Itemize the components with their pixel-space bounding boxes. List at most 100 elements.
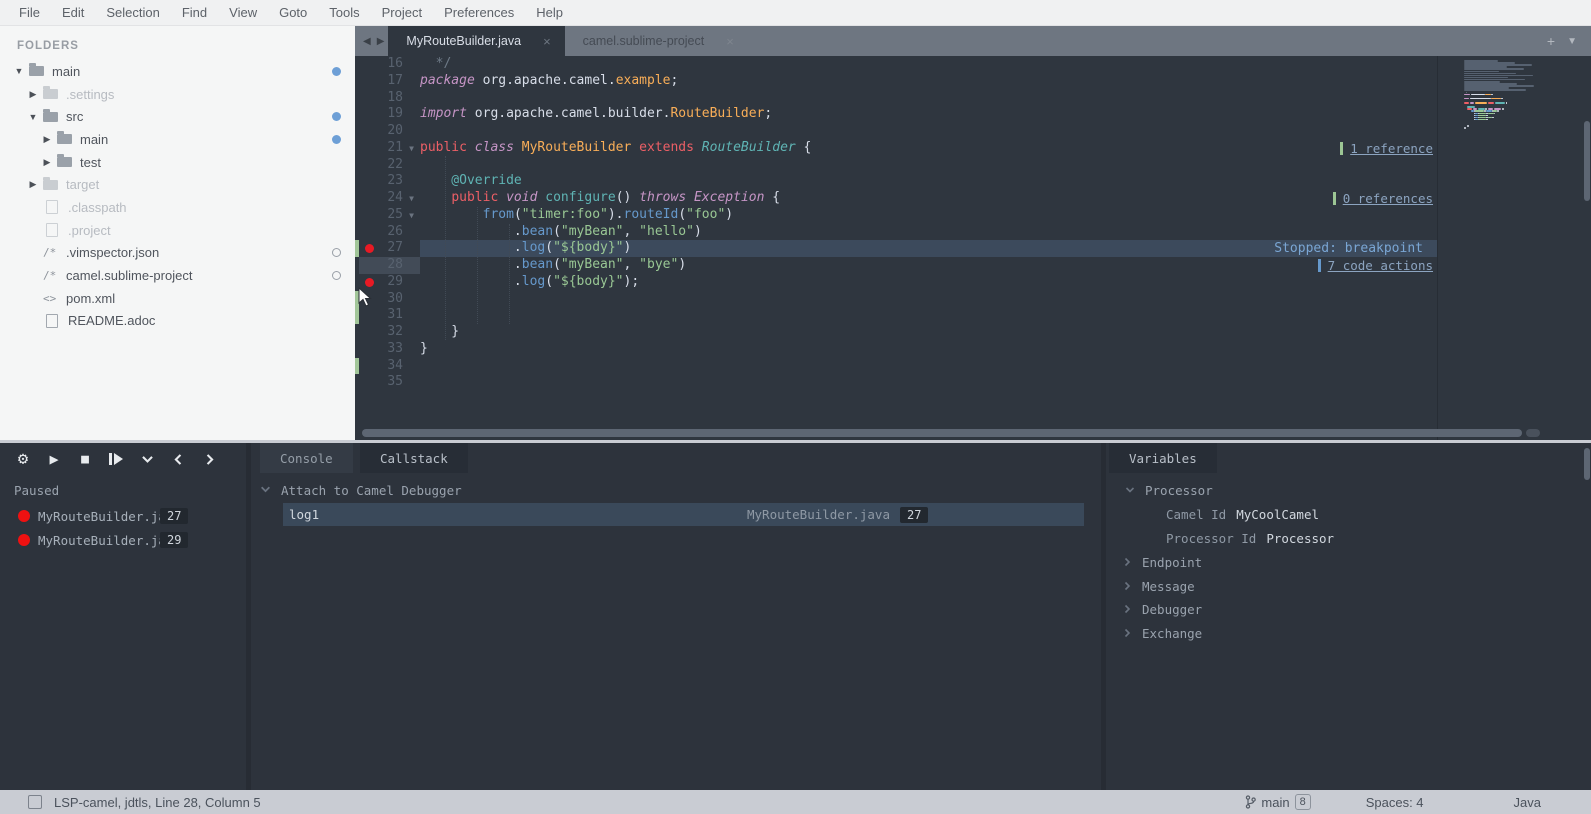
minimap[interactable] bbox=[1437, 56, 1584, 440]
code-line-17[interactable]: 17package org.apache.camel.example; bbox=[355, 73, 1437, 90]
fold-arrow-icon[interactable] bbox=[403, 291, 420, 308]
code-line-23[interactable]: 23 @Override bbox=[355, 173, 1437, 190]
variable-group-message[interactable]: Message bbox=[1122, 579, 1195, 594]
code-line-21[interactable]: 21▼public class MyRouteBuilder extends R… bbox=[355, 140, 1437, 157]
sidebar-item--classpath[interactable]: .classpath bbox=[0, 196, 355, 219]
annotation-link[interactable]: 0 references bbox=[1343, 191, 1433, 206]
code-line-28[interactable]: 28 .bean("myBean", "bye") bbox=[355, 257, 1437, 274]
play-icon[interactable]: ▶ bbox=[43, 448, 65, 470]
breakpoint-gutter[interactable] bbox=[359, 207, 377, 224]
sidebar-item-camel-sublime-project[interactable]: /*camel.sublime-project bbox=[0, 264, 355, 287]
code-line-18[interactable]: 18 bbox=[355, 90, 1437, 107]
breakpoint-gutter[interactable] bbox=[359, 157, 377, 174]
fold-arrow-icon[interactable] bbox=[403, 106, 420, 123]
sidebar-item-pom-xml[interactable]: <>pom.xml bbox=[0, 287, 355, 310]
tab-nav-back-icon[interactable]: ◀ bbox=[363, 36, 371, 47]
step-over-icon[interactable] bbox=[105, 448, 127, 470]
breakpoint-gutter[interactable] bbox=[359, 56, 377, 73]
chevron-right-icon[interactable] bbox=[198, 448, 220, 470]
sidebar-item-target[interactable]: ▶target bbox=[0, 173, 355, 196]
code-line-19[interactable]: 19import org.apache.camel.builder.RouteB… bbox=[355, 106, 1437, 123]
tab-variables[interactable]: Variables bbox=[1109, 443, 1217, 473]
menu-selection[interactable]: Selection bbox=[95, 0, 170, 26]
code-line-24[interactable]: 24▼ public void configure() throws Excep… bbox=[355, 190, 1437, 207]
fold-arrow-icon[interactable] bbox=[403, 73, 420, 90]
variable-group-endpoint[interactable]: Endpoint bbox=[1122, 555, 1202, 570]
menu-file[interactable]: File bbox=[8, 0, 51, 26]
breakpoint-gutter[interactable] bbox=[359, 224, 377, 241]
sidebar-item--vimspector-json[interactable]: /*.vimspector.json bbox=[0, 242, 355, 265]
fold-arrow-icon[interactable]: ▼ bbox=[403, 140, 420, 157]
panel-scrollbar[interactable] bbox=[1584, 448, 1590, 480]
menu-help[interactable]: Help bbox=[525, 0, 574, 26]
sidebar-item-test[interactable]: ▶test bbox=[0, 151, 355, 174]
editor-tab-camel-sublime-project[interactable]: camel.sublime-project× bbox=[565, 26, 748, 56]
menu-view[interactable]: View bbox=[218, 0, 268, 26]
chevron-down-icon[interactable] bbox=[136, 448, 158, 470]
tab-overflow-icon[interactable]: ▼ bbox=[1567, 36, 1577, 47]
code-line-25[interactable]: 25▼ from("timer:foo").routeId("foo") bbox=[355, 207, 1437, 224]
code-line-16[interactable]: 16 */ bbox=[355, 56, 1437, 73]
breakpoint-gutter[interactable] bbox=[359, 358, 377, 375]
fold-arrow-icon[interactable] bbox=[403, 358, 420, 375]
indent-setting[interactable]: Spaces: 4 bbox=[1366, 795, 1424, 810]
callstack-frame[interactable]: log1MyRouteBuilder.java27 bbox=[283, 503, 1084, 526]
settings-icon[interactable]: ⚙ bbox=[12, 448, 34, 470]
annotation-7-code-actions[interactable]: 7 code actions bbox=[1318, 257, 1433, 274]
tab-nav-forward-icon[interactable]: ▶ bbox=[377, 36, 385, 47]
sidebar-item-main[interactable]: ▶main bbox=[0, 128, 355, 151]
annotation-link[interactable]: 7 code actions bbox=[1328, 258, 1433, 273]
new-tab-icon[interactable]: + bbox=[1547, 33, 1555, 49]
breakpoint-gutter[interactable] bbox=[359, 140, 377, 157]
menu-project[interactable]: Project bbox=[371, 0, 433, 26]
breakpoint-gutter[interactable] bbox=[359, 307, 377, 324]
annotation-1-reference[interactable]: 1 reference bbox=[1340, 140, 1433, 157]
tab-console[interactable]: Console bbox=[260, 443, 353, 473]
code-editor[interactable]: 16 */17package org.apache.camel.example;… bbox=[355, 56, 1591, 440]
code-line-26[interactable]: 26 .bean("myBean", "hello") bbox=[355, 224, 1437, 241]
code-line-29[interactable]: 29 .log("${body}"); bbox=[355, 274, 1437, 291]
menu-preferences[interactable]: Preferences bbox=[433, 0, 525, 26]
menu-find[interactable]: Find bbox=[171, 0, 218, 26]
sidebar-item-main[interactable]: ▼main bbox=[0, 60, 355, 83]
code-line-32[interactable]: 32 } bbox=[355, 324, 1437, 341]
sidebar-item--project[interactable]: .project bbox=[0, 219, 355, 242]
sidebar-item--settings[interactable]: ▶.settings bbox=[0, 83, 355, 106]
code-line-31[interactable]: 31 bbox=[355, 307, 1437, 324]
fold-arrow-icon[interactable] bbox=[403, 374, 420, 391]
breakpoint-dot[interactable] bbox=[359, 240, 377, 257]
code-line-20[interactable]: 20 bbox=[355, 123, 1437, 140]
menu-edit[interactable]: Edit bbox=[51, 0, 95, 26]
tab-close-icon[interactable]: × bbox=[543, 34, 551, 49]
fold-arrow-icon[interactable] bbox=[403, 240, 420, 257]
code-line-33[interactable]: 33} bbox=[355, 341, 1437, 358]
chevron-left-icon[interactable] bbox=[167, 448, 189, 470]
stop-icon[interactable]: ■ bbox=[74, 448, 96, 470]
fold-arrow-icon[interactable] bbox=[403, 173, 420, 190]
git-branch-indicator[interactable]: main 8 bbox=[1245, 794, 1310, 810]
fold-arrow-icon[interactable] bbox=[403, 257, 420, 274]
tab-callstack[interactable]: Callstack bbox=[360, 443, 468, 473]
syntax-setting[interactable]: Java bbox=[1514, 795, 1541, 810]
variable-group-exchange[interactable]: Exchange bbox=[1122, 626, 1202, 641]
sidebar-item-src[interactable]: ▼src bbox=[0, 105, 355, 128]
code-line-30[interactable]: 30 bbox=[355, 291, 1437, 308]
fold-arrow-icon[interactable] bbox=[403, 307, 420, 324]
variable-group-debugger[interactable]: Debugger bbox=[1122, 602, 1202, 617]
breakpoint-gutter[interactable] bbox=[359, 106, 377, 123]
menu-tools[interactable]: Tools bbox=[318, 0, 370, 26]
fold-arrow-icon[interactable]: ▼ bbox=[403, 207, 420, 224]
breakpoint-gutter[interactable] bbox=[359, 73, 377, 90]
fold-arrow-icon[interactable] bbox=[403, 324, 420, 341]
breakpoint-gutter[interactable] bbox=[359, 341, 377, 358]
breakpoint-gutter[interactable] bbox=[359, 173, 377, 190]
callstack-thread[interactable]: Attach to Camel Debugger bbox=[260, 483, 462, 498]
editor-horizontal-scrollbar[interactable] bbox=[362, 429, 1522, 437]
annotation-0-references[interactable]: 0 references bbox=[1333, 190, 1433, 207]
code-line-22[interactable]: 22 bbox=[355, 157, 1437, 174]
fold-arrow-icon[interactable] bbox=[403, 274, 420, 291]
fold-arrow-icon[interactable] bbox=[403, 341, 420, 358]
fold-arrow-icon[interactable] bbox=[403, 123, 420, 140]
breakpoint-gutter[interactable] bbox=[359, 257, 377, 274]
breakpoint-gutter[interactable] bbox=[359, 190, 377, 207]
